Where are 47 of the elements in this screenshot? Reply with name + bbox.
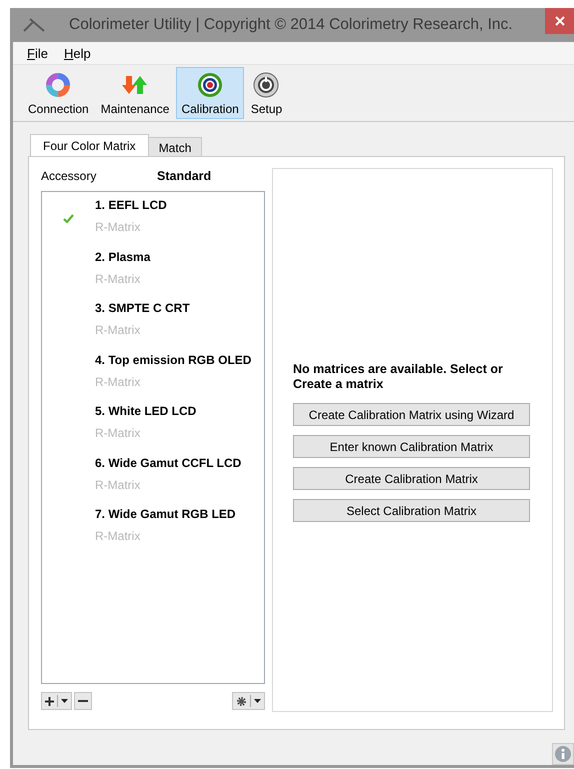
matrix-name[interactable]: 1. EEFL LCD: [95, 198, 167, 212]
accessory-value: Standard: [157, 169, 212, 183]
action-button[interactable]: Create Calibration Matrix: [293, 467, 530, 490]
add-button[interactable]: [41, 692, 72, 710]
toolbar-button[interactable]: Setup: [246, 67, 288, 119]
matrix-name[interactable]: 7. Wide Gamut RGB LED: [95, 507, 236, 521]
matrix-type: R-Matrix: [95, 272, 142, 286]
matrix-name[interactable]: 2. Plasma: [95, 250, 150, 264]
matrix-type: R-Matrix: [95, 426, 142, 440]
toolbar-button[interactable]: Maintenance: [96, 67, 174, 119]
matrix-name[interactable]: 6. Wide Gamut CCFL LCD: [95, 456, 242, 470]
ring-icon: [46, 73, 70, 97]
settings-button[interactable]: [232, 692, 265, 710]
close-icon: [554, 16, 564, 26]
matrix-name[interactable]: 3. SMPTE C CRT: [95, 301, 190, 315]
arrows-icon: [122, 75, 148, 95]
caret-icon: [254, 699, 261, 703]
minus-icon: [78, 700, 88, 702]
target-icon: [197, 72, 224, 98]
menu-item[interactable]: File: [27, 46, 48, 60]
status-message: No matrices are available. Select or Create a matrix: [293, 362, 504, 392]
tab[interactable]: Match: [148, 137, 202, 156]
window-title: Colorimeter Utility | Copyright © 2014 Colorimetry Research, Inc.: [69, 16, 513, 34]
caret-icon: [61, 699, 68, 703]
app-icon: [23, 18, 45, 32]
menu-item[interactable]: Help: [64, 46, 91, 60]
gear-icon: [236, 696, 247, 706]
matrix-type: R-Matrix: [95, 374, 142, 388]
action-button[interactable]: Select Calibration Matrix: [293, 499, 530, 522]
plus-icon: [45, 696, 54, 706]
action-button[interactable]: Enter known Calibration Matrix: [293, 435, 530, 458]
matrix-name[interactable]: 4. Top emission RGB OLED: [95, 352, 252, 366]
info-icon: [555, 746, 571, 762]
remove-button[interactable]: [74, 692, 92, 710]
accessory-label: Accessory: [41, 169, 98, 183]
toolbar-button[interactable]: Calibration: [176, 67, 244, 119]
close-button[interactable]: [545, 8, 574, 34]
matrix-type: R-Matrix: [95, 323, 142, 337]
tab[interactable]: Four Color Matrix: [30, 134, 149, 156]
matrix-type: R-Matrix: [95, 529, 142, 543]
matrix-name[interactable]: 5. White LED LCD: [95, 404, 196, 418]
dial-icon: [253, 72, 280, 98]
toolbar-button[interactable]: Connection: [23, 67, 94, 119]
matrix-type: R-Matrix: [95, 220, 142, 234]
matrix-type: R-Matrix: [95, 478, 142, 492]
info-button[interactable]: [552, 743, 574, 765]
action-button[interactable]: Create Calibration Matrix using Wizard: [293, 403, 530, 426]
